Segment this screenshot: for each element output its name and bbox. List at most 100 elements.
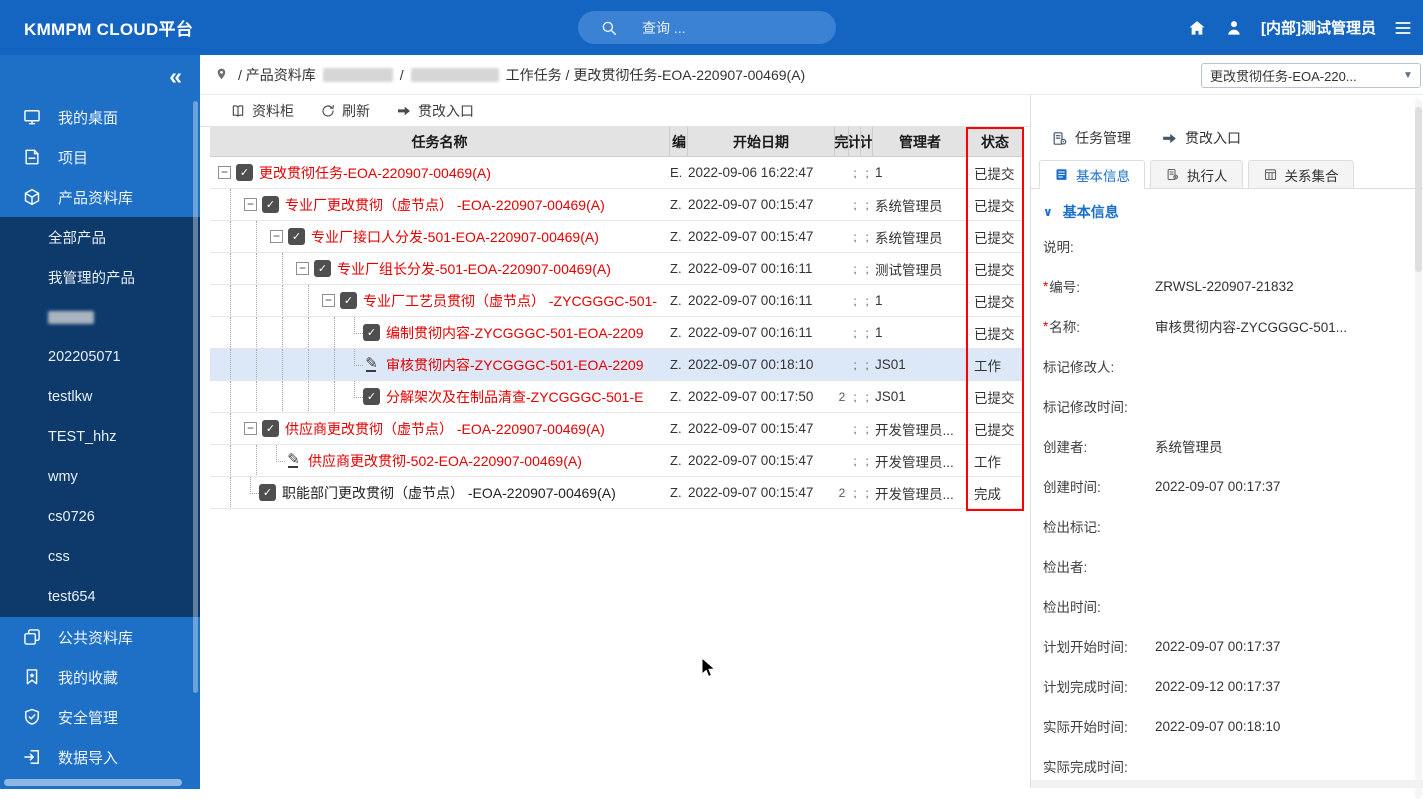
task-c3-fragment: ; xyxy=(861,349,873,380)
form-field: *说明: xyxy=(1043,226,1423,266)
sidebar-subitem[interactable]: 我管理的产品 xyxy=(0,257,200,297)
column-header-start-date[interactable]: 开始日期 xyxy=(688,127,835,156)
panel-horizontal-scrollbar[interactable] xyxy=(1031,780,1423,788)
tree-expander-icon[interactable] xyxy=(218,166,231,179)
sidebar-item[interactable]: 项目 xyxy=(0,137,200,177)
field-label: 标记修改时间: xyxy=(1043,396,1128,416)
tree-guide-line xyxy=(244,349,270,380)
form-field: *编号: ZRWSL-220907-21832 xyxy=(1043,266,1423,306)
column-header-manager[interactable]: 管理者 xyxy=(873,127,968,156)
task-name: 职能部门更改贯彻（虚节点） -EOA-220907-00469(A) xyxy=(282,483,616,503)
sidebar-subitem[interactable] xyxy=(0,297,200,337)
task-name: 专业厂更改贯彻（虚节点） -EOA-220907-00469(A) xyxy=(285,195,605,215)
task-code-fragment: Z. xyxy=(670,381,688,412)
user-icon[interactable] xyxy=(1224,18,1244,38)
tree-expander-icon[interactable] xyxy=(322,294,335,307)
sidebar-subitem[interactable]: css xyxy=(0,537,200,577)
context-object-dropdown[interactable]: 更改贯彻任务-EOA-220... ▼ xyxy=(1201,63,1421,88)
sidebar-item-label: 安全管理 xyxy=(58,707,118,728)
sidebar-item-label: 数据导入 xyxy=(58,747,118,768)
basic-info-fields: *说明: *编号: ZRWSL-220907-21832 *名称: 审核贯彻内容… xyxy=(1031,226,1423,786)
panel-action-label: 任务管理 xyxy=(1075,128,1131,148)
global-search-input[interactable]: 查询 ... xyxy=(578,11,836,44)
task-manager: 开发管理员... xyxy=(873,413,968,444)
sidebar-item[interactable]: 我的收藏 xyxy=(0,657,200,697)
table-row[interactable]: 专业厂接口人分发-501-EOA-220907-00469(A) Z. 2022… xyxy=(210,221,1022,253)
menu-icon[interactable] xyxy=(1393,18,1413,38)
task-code-fragment: Z. xyxy=(670,189,688,220)
panel-tab[interactable]: 基本信息 xyxy=(1039,160,1145,189)
panel-tab[interactable]: 关系集合 xyxy=(1248,160,1354,189)
tree-guide-line xyxy=(322,381,348,412)
chevron-down-icon: ∨ xyxy=(1043,205,1053,219)
field-label: 创建时间: xyxy=(1043,476,1101,496)
task-code-fragment: Z. xyxy=(670,317,688,348)
sidebar-item[interactable]: 我的桌面 xyxy=(0,97,200,137)
field-value: 2022-09-07 00:18:10 xyxy=(1155,719,1280,734)
column-header-c3[interactable]: 计 xyxy=(861,127,873,156)
panel-tab[interactable]: 执行人 xyxy=(1150,160,1243,189)
sidebar-item[interactable]: 产品资料库 xyxy=(0,177,200,217)
table-row[interactable]: 审核贯彻内容-ZYCGGGC-501-EOA-2209 Z. 2022-09-0… xyxy=(210,349,1022,381)
sidebar-subitem[interactable]: test654 xyxy=(0,577,200,617)
tree-expander-icon[interactable] xyxy=(244,198,257,211)
table-row[interactable]: 专业厂工艺员贯彻（虚节点） -ZYCGGGC-501- Z. 2022-09-0… xyxy=(210,285,1022,317)
sidebar-subitem[interactable]: 全部产品 xyxy=(0,217,200,257)
field-label: 标记修改人: xyxy=(1043,356,1114,376)
sidebar-subitem[interactable]: wmy xyxy=(0,457,200,497)
task-status: 已提交 xyxy=(968,189,1022,220)
panel-action-button[interactable]: 贯改入口 xyxy=(1161,128,1241,148)
sidebar: « 我的桌面 项目 产品资料库 全部产品 我管理的 xyxy=(0,55,200,789)
data-import-icon xyxy=(22,747,42,767)
sidebar-vertical-scrollbar[interactable] xyxy=(193,101,198,693)
tree-expander-icon[interactable] xyxy=(296,262,309,275)
task-c3-fragment: ; xyxy=(861,381,873,412)
breadcrumb-segment-task[interactable]: 工作任务 / 更改贯彻任务-EOA-220907-00469(A) xyxy=(506,65,806,85)
sidebar-subitem[interactable]: cs0726 xyxy=(0,497,200,537)
column-header-name[interactable]: 任务名称 xyxy=(210,127,670,156)
panel-vertical-scrollbar[interactable] xyxy=(1415,99,1422,799)
sidebar-subitem[interactable]: testlkw xyxy=(0,377,200,417)
column-header-status[interactable]: 状态 xyxy=(968,127,1022,156)
sidebar-collapse-button[interactable]: « xyxy=(0,55,200,97)
toolbar-button[interactable]: 资料柜 xyxy=(230,101,294,121)
table-row[interactable]: 更改贯彻任务-EOA-220907-00469(A) E. 2022-09-06… xyxy=(210,157,1022,189)
task-code-fragment: Z. xyxy=(670,445,688,476)
column-header-code[interactable]: 编 xyxy=(670,127,688,156)
column-header-c1[interactable]: 完 xyxy=(835,127,849,156)
relations-icon xyxy=(1263,167,1278,182)
tree-expander-icon[interactable] xyxy=(244,422,257,435)
task-start-date: 2022-09-07 00:15:47 xyxy=(688,189,835,220)
tree-indent xyxy=(210,285,340,316)
task-check-icon xyxy=(262,420,279,437)
search-placeholder: 查询 ... xyxy=(642,18,686,38)
field-label: 名称: xyxy=(1049,316,1080,336)
tree-expander-icon[interactable] xyxy=(270,230,283,243)
sidebar-item[interactable]: 数据导入 xyxy=(0,737,200,777)
table-row[interactable]: 分解架次及在制品清查-ZYCGGGC-501-E Z. 2022-09-07 0… xyxy=(210,381,1022,413)
task-start-date: 2022-09-07 00:15:47 xyxy=(688,221,835,252)
sidebar-item[interactable]: 安全管理 xyxy=(0,697,200,737)
sidebar-horizontal-scrollbar[interactable] xyxy=(4,779,182,786)
toolbar-button[interactable]: 贯改入口 xyxy=(396,101,474,121)
table-row[interactable]: 专业厂组长分发-501-EOA-220907-00469(A) Z. 2022-… xyxy=(210,253,1022,285)
breadcrumb-segment-library[interactable]: / 产品资料库 xyxy=(238,65,316,85)
basic-info-section-header[interactable]: ∨ 基本信息 xyxy=(1031,189,1423,224)
form-field: *检出者: xyxy=(1043,546,1423,586)
table-row[interactable]: 编制贯彻内容-ZYCGGGC-501-EOA-2209 Z. 2022-09-0… xyxy=(210,317,1022,349)
table-row[interactable]: 专业厂更改贯彻（虚节点） -EOA-220907-00469(A) Z. 202… xyxy=(210,189,1022,221)
column-header-c2[interactable]: 计 xyxy=(849,127,861,156)
toolbar-button[interactable]: 刷新 xyxy=(320,101,370,121)
table-row[interactable]: 职能部门更改贯彻（虚节点） -EOA-220907-00469(A) Z. 20… xyxy=(210,477,1022,509)
panel-action-button[interactable]: 任务管理 xyxy=(1051,128,1131,148)
sidebar-item-label: 项目 xyxy=(58,147,88,168)
sidebar-subitem[interactable]: 202205071 xyxy=(0,337,200,377)
task-c2-fragment: ; xyxy=(849,477,861,508)
home-icon[interactable] xyxy=(1187,18,1207,38)
table-row[interactable]: 供应商更改贯彻-502-EOA-220907-00469(A) Z. 2022-… xyxy=(210,445,1022,477)
panel-tab-label: 执行人 xyxy=(1187,165,1228,185)
sidebar-item[interactable]: 公共资料库 xyxy=(0,617,200,657)
task-status: 已提交 xyxy=(968,413,1022,444)
table-row[interactable]: 供应商更改贯彻（虚节点） -EOA-220907-00469(A) Z. 202… xyxy=(210,413,1022,445)
sidebar-subitem[interactable]: TEST_hhz xyxy=(0,417,200,457)
